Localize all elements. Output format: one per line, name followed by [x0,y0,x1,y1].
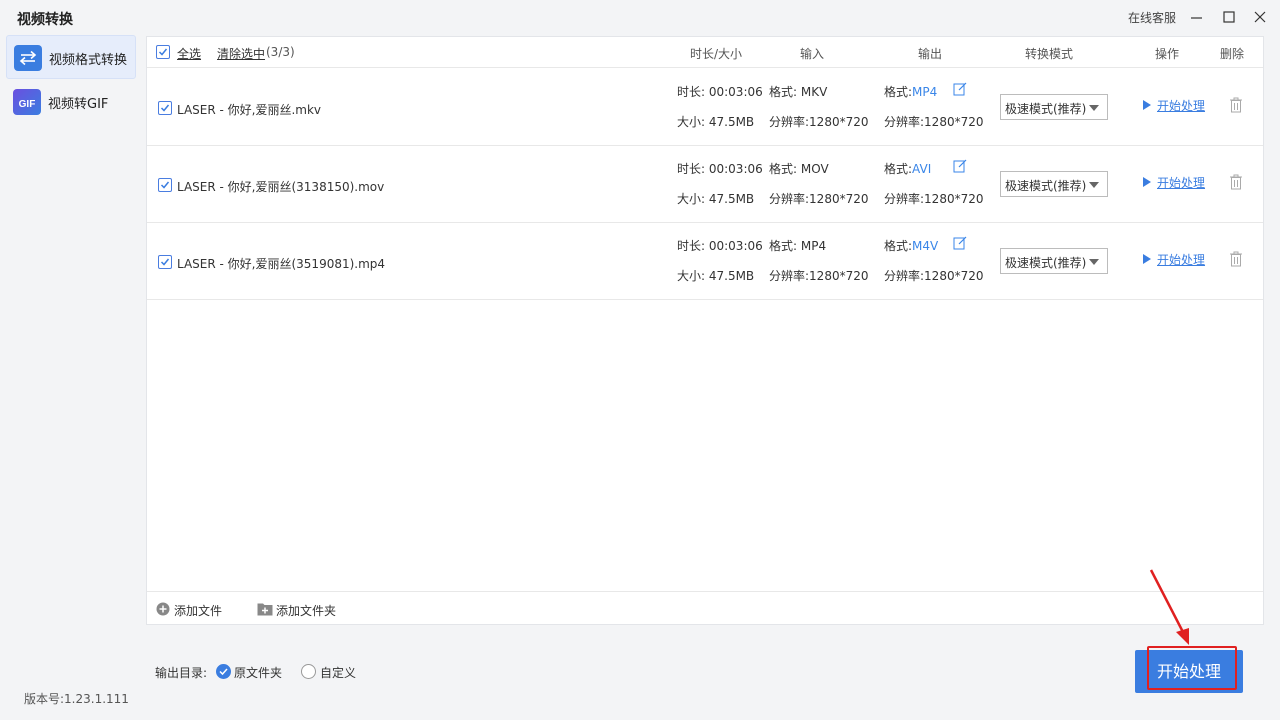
file-size: 大小: 47.5MB [677,192,755,206]
edit-output-icon[interactable] [953,82,967,96]
start-process-link[interactable]: 开始处理 [1157,251,1205,268]
edit-output-icon[interactable] [953,159,967,173]
column-mode: 转换模式 [1025,47,1074,61]
output-resolution: 分辨率:1280*720 [884,269,984,283]
radio-custom-folder-label[interactable]: 自定义 [320,664,356,681]
play-icon[interactable] [1143,254,1151,264]
selection-count: (3/3) [266,45,295,59]
play-icon[interactable] [1143,100,1151,110]
output-format-value[interactable]: M4V [912,239,938,253]
column-output: 输出 [918,47,943,61]
clear-selection-link[interactable]: 清除选中 [217,45,265,62]
output-format-value[interactable]: MP4 [912,85,937,99]
close-icon[interactable] [1250,8,1270,28]
file-list-panel: 全选 清除选中 (3/3) 时长/大小 输入 输出 转换模式 操作 删除 LAS… [146,36,1264,625]
add-circle-icon[interactable] [156,602,170,616]
chevron-down-icon [1089,105,1099,111]
chevron-down-icon [1089,259,1099,265]
file-duration: 时长: 00:03:06 [677,162,763,176]
file-name: LASER - 你好,爱丽丝(3519081).mp4 [177,257,386,271]
input-format: 格式: MKV [769,85,828,99]
mode-select-value: 极速模式(推荐) [1005,256,1087,270]
radio-original-folder-label[interactable]: 原文件夹 [234,664,282,681]
file-name: LASER - 你好,爱丽丝.mkv [177,103,322,117]
title-bar: 视频转换 在线客服 [0,0,1280,35]
mode-select-value: 极速模式(推荐) [1005,179,1087,193]
minimize-icon[interactable] [1187,8,1207,28]
mode-select-value: 极速模式(推荐) [1005,102,1087,116]
select-all-checkbox[interactable] [156,45,170,59]
sidebar-item-label: 视频转GIF [48,97,109,112]
mode-select[interactable]: 极速模式(推荐) [1000,171,1108,197]
version-text: 版本号:1.23.1.111 [24,692,129,706]
sidebar-item-video-format-convert[interactable]: 视频格式转换 [6,35,136,79]
gif-icon: GIF [13,89,41,115]
input-resolution: 分辨率:1280*720 [769,115,869,129]
file-size: 大小: 47.5MB [677,115,755,129]
output-format-prefix: 格式: [884,85,913,99]
file-duration: 时长: 00:03:06 [677,85,763,99]
output-format: 格式:MP4 [884,83,937,100]
sidebar: 视频格式转换 GIF 视频转GIF 版本号:1.23.1.111 [0,35,140,720]
play-icon[interactable] [1143,177,1151,187]
maximize-icon[interactable] [1219,8,1239,28]
trash-icon[interactable] [1229,251,1243,267]
output-resolution: 分辨率:1280*720 [884,115,984,129]
output-format-value[interactable]: AVI [912,162,931,176]
start-process-link[interactable]: 开始处理 [1157,97,1205,114]
output-format-prefix: 格式: [884,239,913,253]
column-action: 操作 [1155,47,1180,61]
list-header: 全选 清除选中 (3/3) 时长/大小 输入 输出 转换模式 操作 删除 [147,37,1263,68]
file-size: 大小: 47.5MB [677,269,755,283]
column-delete: 删除 [1220,47,1245,61]
column-input: 输入 [800,47,825,61]
chevron-down-icon [1089,182,1099,188]
select-all-link[interactable]: 全选 [177,45,201,62]
file-checkbox[interactable] [158,255,172,269]
list-footer: 添加文件 添加文件夹 [147,591,1263,624]
file-duration: 时长: 00:03:06 [677,239,763,253]
file-row: LASER - 你好,爱丽丝(3519081).mp4 时长: 00:03:06… [147,223,1263,300]
start-process-link[interactable]: 开始处理 [1157,174,1205,191]
radio-original-folder[interactable] [216,664,231,679]
online-support-link[interactable]: 在线客服 [1128,9,1176,26]
output-format: 格式:AVI [884,160,931,177]
file-checkbox[interactable] [158,101,172,115]
output-resolution: 分辨率:1280*720 [884,192,984,206]
mode-select[interactable]: 极速模式(推荐) [1000,248,1108,274]
trash-icon[interactable] [1229,174,1243,190]
output-dir-label: 输出目录: [155,666,208,680]
input-format: 格式: MOV [769,162,829,176]
svg-text:GIF: GIF [19,99,36,110]
sidebar-item-video-to-gif[interactable]: GIF 视频转GIF [6,80,136,124]
input-resolution: 分辨率:1280*720 [769,269,869,283]
column-duration-size: 时长/大小 [690,47,743,61]
add-folder-icon[interactable] [257,602,273,616]
radio-custom-folder[interactable] [301,664,316,679]
file-checkbox[interactable] [158,178,172,192]
start-process-button[interactable]: 开始处理 [1135,650,1243,693]
file-row: LASER - 你好,爱丽丝.mkv 时长: 00:03:06 大小: 47.5… [147,69,1263,146]
swap-icon [14,45,42,71]
add-file-button[interactable]: 添加文件 [174,602,222,619]
file-row: LASER - 你好,爱丽丝(3138150).mov 时长: 00:03:06… [147,146,1263,223]
input-format: 格式: MP4 [769,239,827,253]
app-title: 视频转换 [17,12,73,28]
output-format: 格式:M4V [884,237,938,254]
edit-output-icon[interactable] [953,236,967,250]
file-name: LASER - 你好,爱丽丝(3138150).mov [177,180,385,194]
mode-select[interactable]: 极速模式(推荐) [1000,94,1108,120]
output-format-prefix: 格式: [884,162,913,176]
trash-icon[interactable] [1229,97,1243,113]
input-resolution: 分辨率:1280*720 [769,192,869,206]
sidebar-item-label: 视频格式转换 [49,53,128,68]
add-folder-button[interactable]: 添加文件夹 [276,602,336,619]
